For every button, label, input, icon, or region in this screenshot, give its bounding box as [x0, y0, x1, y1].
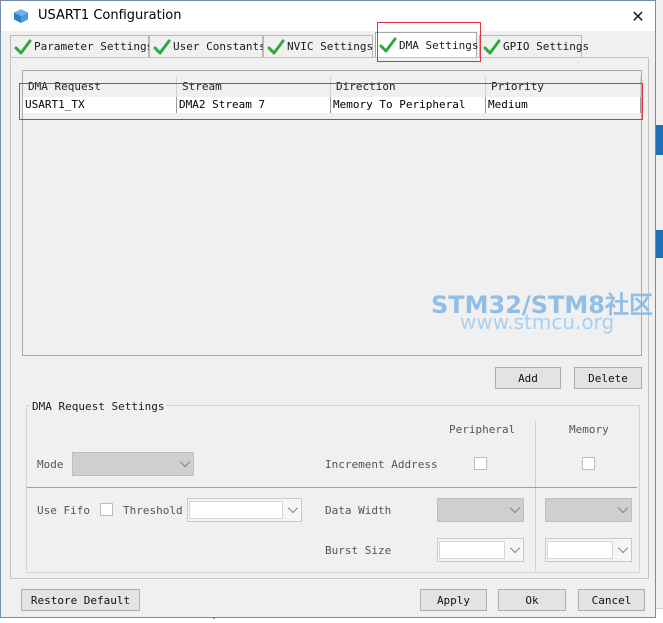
table-row[interactable]: USART1_TX DMA2 Stream 7 Memory To Periph…: [23, 97, 641, 113]
memory-header: Memory: [569, 423, 609, 436]
tab-label: GPIO Settings: [503, 40, 590, 53]
apply-button[interactable]: Apply: [420, 589, 487, 611]
select-field: [189, 501, 283, 519]
tab-gpio-settings[interactable]: GPIO Settings: [479, 35, 589, 57]
tab-label: NVIC Settings: [287, 40, 374, 53]
chevron-down-icon: [287, 502, 299, 514]
cube-icon: [14, 9, 28, 23]
chevron-down-icon: [617, 542, 629, 554]
mode-select[interactable]: [72, 452, 194, 476]
tab-nvic-settings[interactable]: NVIC Settings: [263, 35, 373, 57]
increment-address-label: Increment Address: [325, 458, 438, 471]
title-bar[interactable]: USART1 Configuration ✕: [1, 1, 655, 31]
burst-size-label: Burst Size: [325, 544, 392, 557]
memory-increment-checkbox[interactable]: [582, 457, 595, 470]
select-field: [439, 541, 505, 559]
column-divider: [535, 421, 536, 571]
close-icon: ✕: [631, 6, 645, 26]
memory-burst-size-select[interactable]: [545, 538, 632, 562]
check-icon: [379, 37, 397, 53]
restore-default-button[interactable]: Restore Default: [21, 589, 140, 611]
check-icon: [14, 39, 32, 54]
peripheral-increment-checkbox[interactable]: [474, 457, 487, 470]
threshold-select[interactable]: [187, 498, 302, 522]
chevron-down-icon: [179, 456, 191, 468]
separator-line: [27, 487, 637, 488]
mode-label: Mode: [37, 458, 64, 471]
column-header-direction[interactable]: Direction: [331, 77, 486, 97]
threshold-label: Threshold: [123, 504, 183, 517]
chevron-down-icon: [509, 542, 521, 554]
peripheral-burst-size-select[interactable]: [437, 538, 524, 562]
use-fifo-checkbox[interactable]: [100, 503, 113, 516]
check-icon: [153, 39, 171, 54]
tab-label: Parameter Settings: [34, 40, 154, 53]
tab-label: User Constants: [173, 40, 266, 53]
column-header-dma-request[interactable]: DMA Request: [23, 77, 177, 97]
select-field: [547, 541, 613, 559]
cell-stream[interactable]: DMA2 Stream 7: [177, 97, 331, 113]
check-icon: [267, 39, 285, 54]
watermark-url: www.stmcu.org: [460, 310, 615, 334]
cell-direction[interactable]: Memory To Peripheral: [331, 97, 486, 113]
ok-button[interactable]: Ok: [498, 589, 566, 611]
tab-user-constants[interactable]: User Constants: [149, 35, 266, 57]
close-button[interactable]: ✕: [621, 1, 655, 31]
group-title: DMA Request Settings: [30, 400, 167, 413]
check-icon: [483, 39, 501, 54]
column-header-stream[interactable]: Stream: [177, 77, 331, 97]
chevron-down-icon: [617, 502, 629, 514]
data-width-label: Data Width: [325, 504, 392, 517]
tab-parameter-settings[interactable]: Parameter Settings: [10, 35, 153, 57]
delete-button[interactable]: Delete: [574, 367, 642, 389]
peripheral-header: Peripheral: [449, 423, 516, 436]
cell-dma-request[interactable]: USART1_TX: [23, 97, 177, 113]
table-header: DMA Request Stream Direction Priority: [23, 77, 641, 97]
add-button[interactable]: Add: [495, 367, 561, 389]
memory-data-width-select[interactable]: [545, 498, 632, 522]
cancel-button[interactable]: Cancel: [578, 589, 645, 611]
tab-label: DMA Settings: [399, 38, 479, 52]
use-fifo-label: Use Fifo: [37, 504, 90, 517]
peripheral-data-width-select[interactable]: [437, 498, 524, 522]
column-header-priority[interactable]: Priority: [486, 77, 641, 97]
chevron-down-icon: [509, 502, 521, 514]
tab-dma-settings[interactable]: DMA Settings: [375, 32, 479, 57]
usart1-configuration-dialog: USART1 Configuration ✕ Parameter Setting…: [0, 0, 656, 618]
cell-priority[interactable]: Medium: [486, 97, 641, 113]
window-title: USART1 Configuration: [38, 8, 182, 23]
